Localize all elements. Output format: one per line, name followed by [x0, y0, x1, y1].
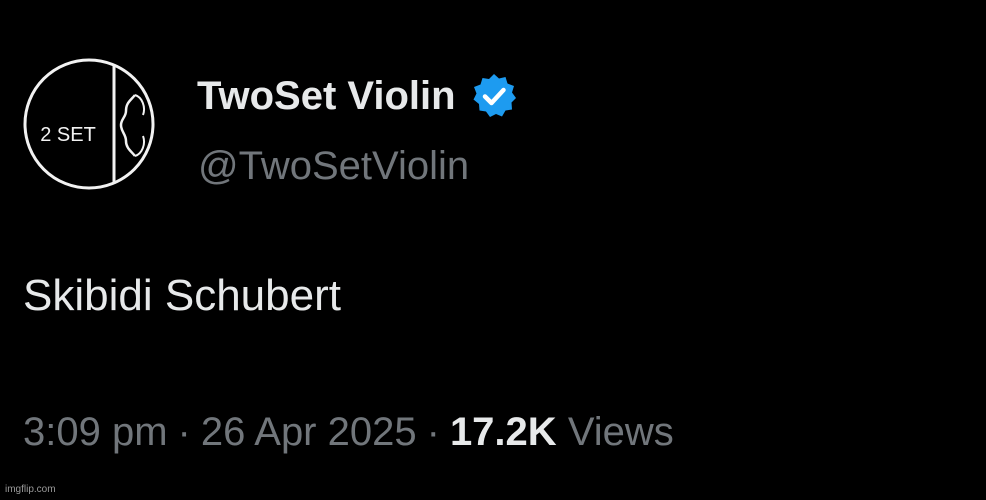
- user-handle[interactable]: @TwoSetViolin: [198, 140, 469, 192]
- views-label: Views: [567, 410, 674, 454]
- views-count: 17.2K: [449, 410, 557, 454]
- avatar-logo-text: 2 SET: [40, 124, 96, 146]
- tweet-text: Skibidi Schubert: [23, 271, 341, 320]
- twoset-logo-icon: 2 SET: [23, 58, 155, 190]
- tweet-time[interactable]: 3:09 pm: [23, 410, 168, 454]
- meta-separator: ·: [426, 410, 440, 454]
- display-name[interactable]: TwoSet Violin: [197, 70, 456, 122]
- tweet-meta: 3:09 pm · 26 Apr 2025 · 17.2K Views: [23, 405, 674, 459]
- author-name-row: TwoSet Violin: [197, 70, 518, 122]
- tweet-date[interactable]: 26 Apr 2025: [201, 410, 417, 454]
- watermark: imgflip.com: [5, 484, 56, 495]
- tweet-card: 2 SET TwoSet Violin @TwoSetViolin Skibid…: [0, 0, 986, 500]
- meta-separator: ·: [177, 410, 191, 454]
- avatar[interactable]: 2 SET: [22, 57, 156, 191]
- verified-badge-icon: [470, 72, 518, 120]
